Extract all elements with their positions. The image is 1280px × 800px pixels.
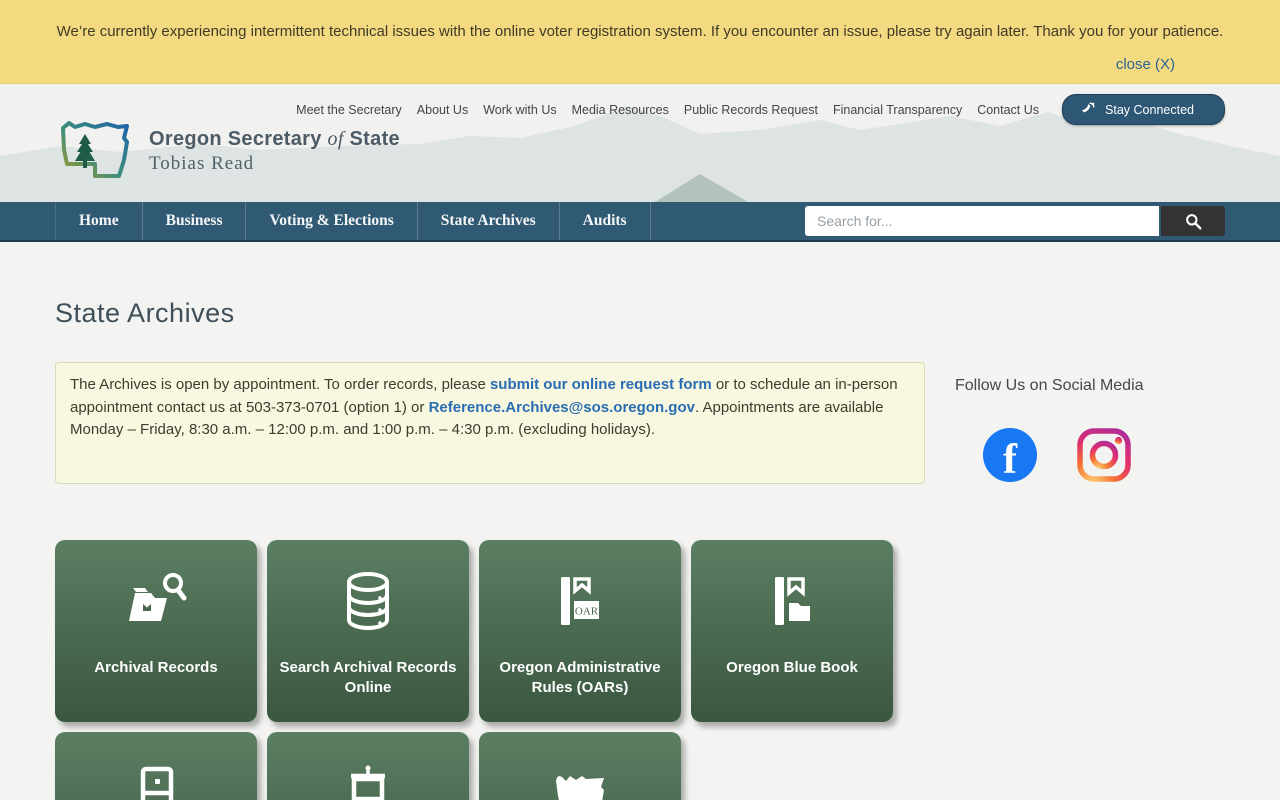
brand-title-part1: Oregon Secretary: [149, 128, 322, 150]
nav-item-audits[interactable]: Audits: [560, 202, 651, 240]
nav-item-state-archives[interactable]: State Archives: [418, 202, 560, 240]
utility-link-meet-the-secretary[interactable]: Meet the Secretary: [296, 103, 402, 117]
social-media-section: Follow Us on Social Media: [955, 362, 1144, 484]
brand-title-of: of: [328, 128, 344, 150]
utility-link-about-us[interactable]: About Us: [417, 103, 468, 117]
utility-link-public-records-request[interactable]: Public Records Request: [684, 103, 818, 117]
instagram-glyph: [1075, 426, 1133, 484]
tile-presentations[interactable]: [267, 732, 469, 800]
brand-text: Oregon Secretary of State Tobias Read: [149, 128, 400, 175]
stay-connected-label: Stay Connected: [1105, 103, 1194, 117]
secretary-name: Tobias Read: [149, 153, 400, 175]
nav-item-voting-elections[interactable]: Voting & Elections: [246, 202, 417, 240]
utility-link-financial-transparency[interactable]: Financial Transparency: [833, 103, 962, 117]
projection-screen-icon: [339, 763, 397, 800]
search-input[interactable]: [805, 206, 1159, 236]
online-request-form-link[interactable]: submit our online request form: [490, 376, 712, 393]
archives-tile-grid: Archival Records Search Archival Records…: [55, 540, 915, 800]
nav-item-business[interactable]: Business: [143, 202, 247, 240]
tile-search-archival-records-online[interactable]: Search Archival Records Online: [267, 540, 469, 722]
brand[interactable]: Oregon Secretary of State Tobias Read: [55, 118, 400, 184]
main-content: State Archives The Archives is open by a…: [55, 242, 1225, 800]
search-icon: [1185, 213, 1202, 230]
site-search: [805, 206, 1225, 236]
utility-link-work-with-us[interactable]: Work with Us: [483, 103, 556, 117]
utility-link-contact-us[interactable]: Contact Us: [977, 103, 1039, 117]
facebook-icon[interactable]: [983, 428, 1037, 482]
brand-title-part2: State: [350, 128, 400, 150]
search-button[interactable]: [1161, 206, 1225, 236]
reference-archives-email-link[interactable]: Reference.Archives@sos.oregon.gov: [429, 399, 695, 416]
tile-oregon-administrative-rules[interactable]: OAR Oregon Administrative Rules (OARs): [479, 540, 681, 722]
alert-message: We’re currently experiencing intermitten…: [0, 0, 1280, 40]
page-title: State Archives: [55, 298, 1225, 329]
tile-label: Oregon Blue Book: [714, 658, 870, 678]
tile-oregon-blue-book[interactable]: Oregon Blue Book: [691, 540, 893, 722]
oregon-state-tree-logo: [55, 118, 135, 184]
oregon-map-icon: [549, 769, 611, 800]
nav-item-home[interactable]: Home: [55, 202, 143, 240]
oar-icon-text: OAR: [575, 606, 599, 618]
utility-link-media-resources[interactable]: Media Resources: [572, 103, 669, 117]
book-bookmark-folder-icon: [769, 571, 815, 631]
tile-label: Archival Records: [82, 658, 229, 678]
alert-banner: We’re currently experiencing intermitten…: [0, 0, 1280, 84]
folder-search-icon: [121, 571, 191, 631]
database-icon: [339, 571, 397, 631]
satellite-dish-icon: [1079, 101, 1096, 118]
file-cabinet-icon: [131, 763, 181, 800]
tile-file-cabinet[interactable]: [55, 732, 257, 800]
tile-archival-records[interactable]: Archival Records: [55, 540, 257, 722]
stay-connected-button[interactable]: Stay Connected: [1062, 94, 1225, 125]
book-bookmark-oar-icon: OAR: [553, 571, 607, 631]
site-header: Meet the Secretary About Us Work with Us…: [0, 84, 1280, 202]
tile-label: Search Archival Records Online: [267, 658, 469, 698]
social-heading: Follow Us on Social Media: [955, 377, 1144, 395]
alert-close-link[interactable]: close (X): [1116, 56, 1175, 73]
main-navbar: Home Business Voting & Elections State A…: [0, 202, 1280, 242]
notice-text-1: The Archives is open by appointment. To …: [70, 376, 490, 393]
brand-title: Oregon Secretary of State: [149, 128, 400, 151]
appointment-notice: The Archives is open by appointment. To …: [55, 362, 925, 484]
tile-oregon[interactable]: [479, 732, 681, 800]
instagram-icon[interactable]: [1075, 426, 1133, 484]
utility-nav: Meet the Secretary About Us Work with Us…: [296, 94, 1225, 125]
tile-label: Oregon Administrative Rules (OARs): [479, 658, 681, 698]
